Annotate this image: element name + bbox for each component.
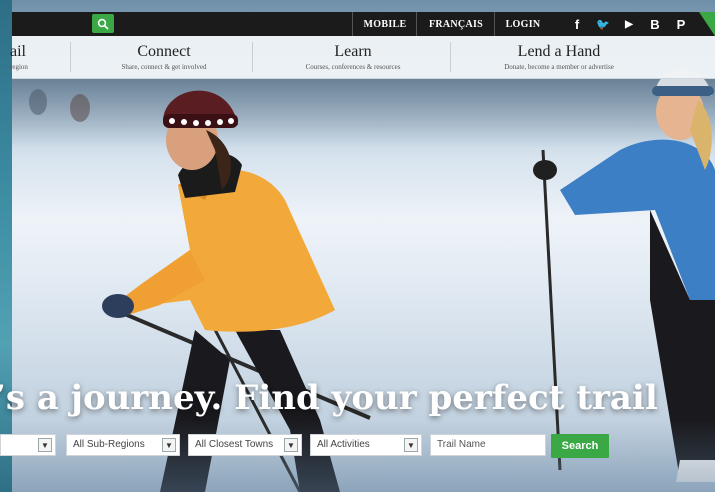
nav-divider xyxy=(70,42,71,72)
nav-item-subtitle: Share, connect & get involved xyxy=(121,63,207,71)
region-select[interactable]: ▼ xyxy=(0,434,56,456)
facebook-icon[interactable]: f xyxy=(564,12,590,36)
closest-town-select[interactable]: All Closest Towns ▼ xyxy=(188,434,302,456)
select-value: All Closest Towns xyxy=(195,439,274,450)
nav-item-title: Learn xyxy=(334,43,372,60)
pinterest-icon[interactable]: P xyxy=(668,12,694,36)
nav-item-title: Lend a Hand xyxy=(517,43,601,60)
nav-divider xyxy=(252,42,253,72)
nav-item-learn[interactable]: Learn Courses, conferences & resources xyxy=(256,36,450,78)
nav-item-subtitle: Courses, conferences & resources xyxy=(305,63,401,71)
select-value: All Sub-Regions xyxy=(73,439,145,450)
main-navigation: ail region Connect Share, connect & get … xyxy=(10,36,715,79)
green-corner-accent xyxy=(699,12,715,36)
top-utility-bar: MOBILE FRANÇAIS LOGIN f 🐦 ▶ B P xyxy=(12,12,715,36)
francais-link[interactable]: FRANÇAIS xyxy=(416,12,495,36)
trail-name-input[interactable]: Trail Name xyxy=(430,434,546,456)
search-toggle-button[interactable] xyxy=(92,14,114,33)
nav-divider xyxy=(450,42,451,72)
activity-select[interactable]: All Activities ▼ xyxy=(310,434,422,456)
search-icon xyxy=(97,18,109,30)
nav-item-title: Connect xyxy=(137,43,191,60)
mobile-link[interactable]: MOBILE xyxy=(352,12,417,36)
background-skiers xyxy=(29,89,90,122)
nav-item-connect[interactable]: Connect Share, connect & get involved xyxy=(74,36,254,78)
nav-item-trails-partial[interactable]: ail region xyxy=(10,36,50,78)
nav-item-title: ail xyxy=(10,43,26,60)
social-links: f 🐦 ▶ B P xyxy=(564,12,694,36)
search-button[interactable]: Search xyxy=(551,434,609,458)
login-link[interactable]: LOGIN xyxy=(494,12,551,36)
nav-item-subtitle: region xyxy=(10,63,28,71)
blogger-icon[interactable]: B xyxy=(642,12,668,36)
hero-headline-text: ’s a journey. Find your perfect trail xyxy=(0,378,658,418)
youtube-icon[interactable]: ▶ xyxy=(616,12,642,36)
twitter-icon[interactable]: 🐦 xyxy=(590,12,616,36)
nav-item-lend-a-hand[interactable]: Lend a Hand Donate, become a member or a… xyxy=(454,36,664,78)
chevron-down-icon: ▼ xyxy=(404,438,418,452)
hero-headline: ’s a journey. Find your perfect trail xyxy=(0,376,715,426)
chevron-down-icon: ▼ xyxy=(38,438,52,452)
nav-item-subtitle: Donate, become a member or advertise xyxy=(504,63,614,71)
select-value: All Activities xyxy=(317,439,370,450)
sub-region-select[interactable]: All Sub-Regions ▼ xyxy=(66,434,180,456)
chevron-down-icon: ▼ xyxy=(162,438,176,452)
chevron-down-icon: ▼ xyxy=(284,438,298,452)
